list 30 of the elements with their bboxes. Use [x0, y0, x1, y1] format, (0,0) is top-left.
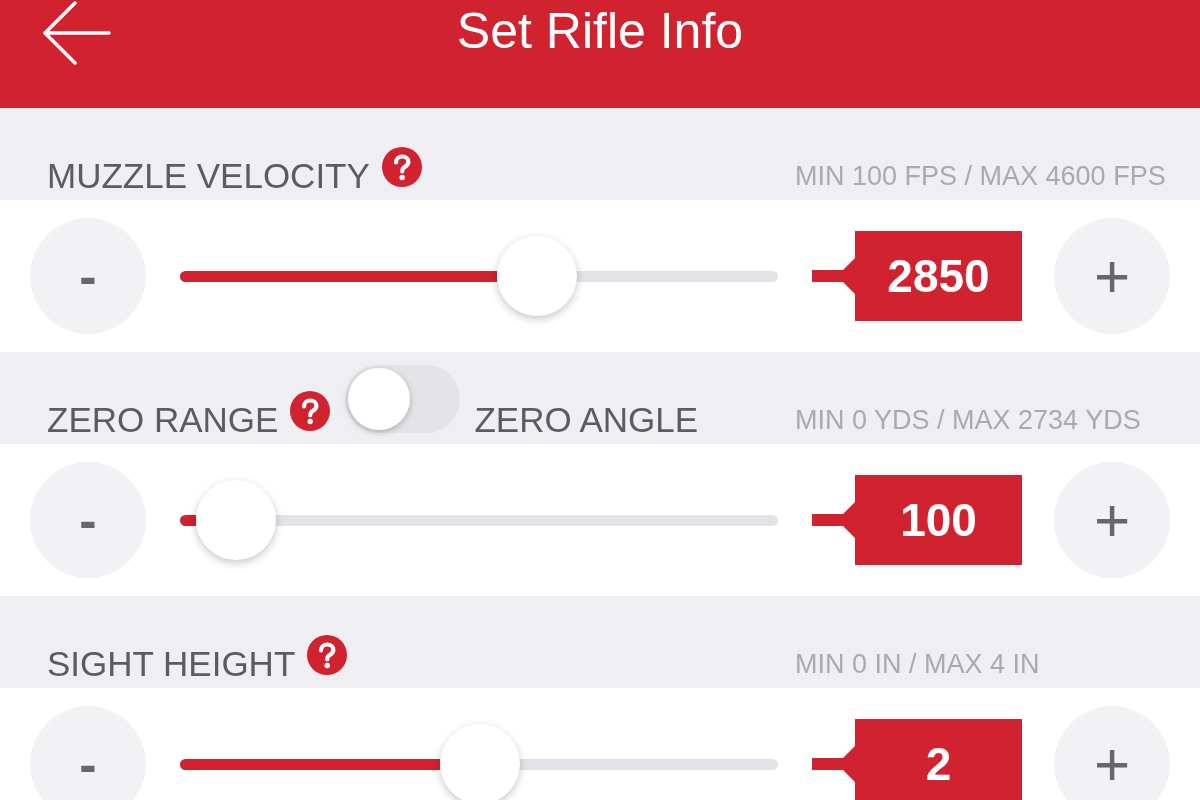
tag-pointer-icon: [812, 258, 855, 294]
tag-pointer-icon: [812, 746, 855, 782]
increment-button[interactable]: +: [1054, 462, 1170, 578]
slider-thumb[interactable]: [440, 724, 521, 800]
increment-button[interactable]: +: [1054, 706, 1170, 800]
slider-thumb[interactable]: [196, 480, 277, 560]
tag-pointer-icon: [812, 502, 855, 538]
decrement-button[interactable]: -: [30, 462, 146, 578]
value-display: 2850: [855, 231, 1022, 321]
section-label: ZERO RANGE: [47, 400, 279, 440]
back-button[interactable]: [40, 0, 112, 66]
toggle-switch[interactable]: [345, 365, 461, 433]
value-display: 100: [855, 475, 1022, 565]
decrement-button[interactable]: -: [30, 706, 146, 800]
value-display: 2: [855, 719, 1022, 800]
slider-thumb[interactable]: [496, 236, 577, 316]
help-icon[interactable]: [307, 635, 348, 675]
range-hint: MIN 0 IN / MAX 4 IN: [795, 648, 1040, 680]
increment-button[interactable]: +: [1054, 218, 1170, 334]
help-icon[interactable]: [381, 147, 422, 187]
section-label: SIGHT HEIGHT: [47, 644, 296, 684]
section-label: ZERO ANGLE: [474, 400, 699, 440]
help-icon[interactable]: [290, 391, 331, 431]
decrement-button[interactable]: -: [30, 218, 146, 334]
toggle-knob: [348, 368, 411, 430]
section-label: MUZZLE VELOCITY: [47, 156, 370, 196]
back-arrow-icon: [41, 1, 111, 65]
range-hint: MIN 0 YDS / MAX 2734 YDS: [795, 404, 1141, 436]
page-title: Set Rifle Info: [456, 2, 744, 60]
range-hint: MIN 100 FPS / MAX 4600 FPS: [795, 160, 1166, 192]
